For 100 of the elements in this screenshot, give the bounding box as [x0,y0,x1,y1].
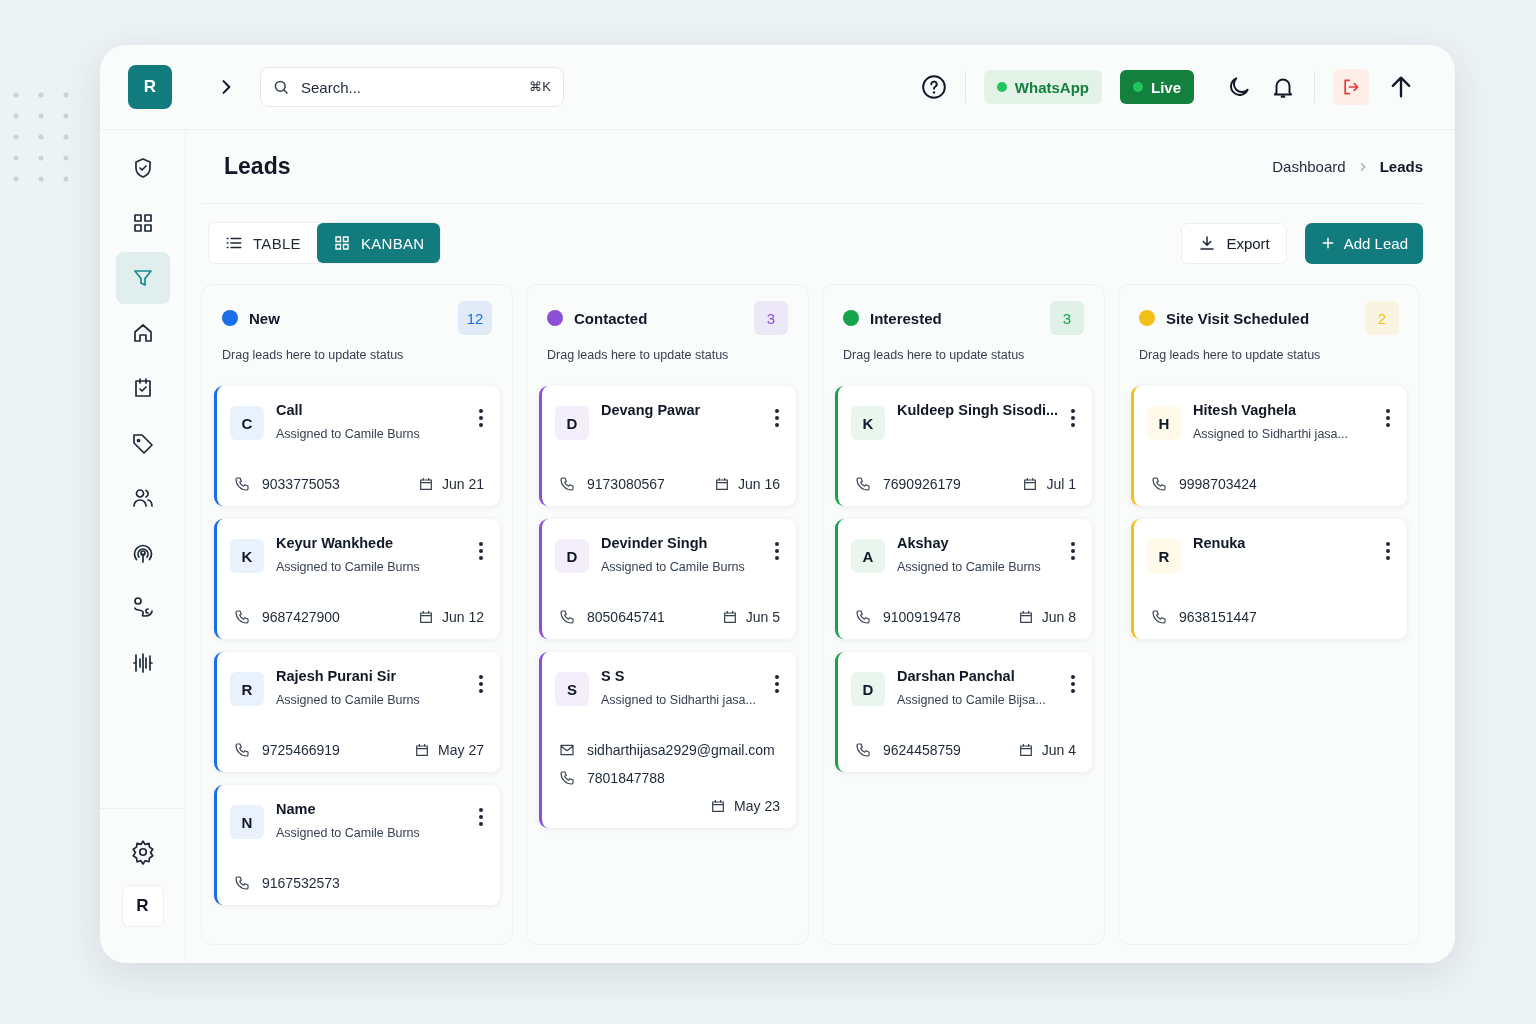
lead-card[interactable]: H Hitesh Vaghela Assigned to Sidharthi jasa... 9998703424 [1131,386,1407,506]
whatsapp-status-button[interactable]: WhatsApp [983,70,1102,104]
calendar-icon [1022,476,1039,492]
phone-icon [855,609,871,625]
assignee-text: Assigned to Sidharthi jasa... [601,693,757,707]
lead-card[interactable]: D Darshan Panchal Assigned to Camile Bijsa... 9624458759 Jun 4 [835,652,1092,772]
help-icon[interactable] [920,74,947,100]
lead-name: Akshay [897,535,950,551]
count-badge: 3 [1050,301,1084,335]
assignee-text: Assigned to Camile Burns [276,826,421,840]
lead-card[interactable]: K Kuldeep Singh Sisodi... 7690926179 Jul 1 [835,386,1092,506]
search-icon [272,78,290,96]
waveform-icon [130,651,155,675]
more-options-icon[interactable] [774,541,780,561]
phone-number: 9167532573 [262,875,340,891]
calendar-icon [1017,742,1034,758]
logout-icon [1341,77,1361,97]
phone-icon [855,476,871,492]
more-options-icon[interactable] [478,541,484,561]
phone-number: 9725466919 [262,742,340,758]
lead-card[interactable]: A Akshay Assigned to Camile Burns 9100919478 Jun 8 [835,519,1092,639]
phone-number: 7690926179 [883,476,961,492]
lead-card[interactable]: R Rajesh Purani Sir Assigned to Camile Burns 9725466919 May 27 [214,652,500,772]
date-text: Jun 8 [1041,609,1076,625]
initial-avatar: R [230,672,264,706]
breadcrumb-link[interactable]: Dashboard [1272,158,1346,175]
assignee-text: Assigned to Camile Burns [276,427,421,441]
calendar-icon [414,742,431,758]
initial-avatar: S [555,672,589,706]
lead-card[interactable]: N Name Assigned to Camile Burns 9167532573 [214,785,500,905]
lead-name: Name [276,801,317,817]
export-button[interactable]: Export [1181,222,1287,264]
more-options-icon[interactable] [478,408,484,428]
initial-avatar: N [230,805,264,839]
phone-number: 8050645741 [587,609,665,625]
initial-avatar: A [851,539,885,573]
lead-name: Darshan Panchal [897,668,1016,684]
calendar-icon [1017,609,1034,625]
phone-icon [1151,476,1167,492]
phone-icon [559,609,575,625]
more-options-icon[interactable] [774,674,780,694]
column-hint: Drag leads here to update status [546,348,730,364]
add-lead-button[interactable]: Add Lead [1304,222,1423,264]
lead-name: Rajesh Purani Sir [276,668,398,684]
phone-number: 9687427900 [262,609,340,625]
initial-avatar: D [555,406,589,440]
phone-icon [1151,609,1167,625]
phone-icon [559,476,575,492]
lead-name: Devinder Singh [601,535,709,551]
more-options-icon[interactable] [1070,408,1076,428]
calendar-icon [710,798,727,814]
logout-button[interactable] [1333,69,1369,105]
live-status-button[interactable]: Live [1120,70,1194,104]
settings-icon[interactable] [129,839,156,865]
date-text: May 27 [438,742,484,758]
lead-card[interactable]: D Devang Pawar 9173080567 Jun 16 [539,386,796,506]
initial-avatar: K [230,539,264,573]
more-options-icon[interactable] [774,408,780,428]
lead-name: Kuldeep Singh Sisodi... [897,402,1058,418]
column-hint: Drag leads here to update status [1138,348,1322,364]
initial-avatar: K [851,406,885,440]
phone-number: 9173080567 [587,476,665,492]
phone-number: 9624458759 [883,742,961,758]
column-title: Site Visit Scheduled [1166,309,1310,327]
lead-name: Hitesh Vaghela [1193,402,1298,418]
logo-badge[interactable]: R [128,65,172,109]
more-options-icon[interactable] [1070,541,1076,561]
view-tab[interactable]: TABLE [209,223,317,263]
view-tab[interactable]: KANBAN [316,223,441,263]
phone-number: 9638151447 [1179,609,1257,625]
phone-number: 9998703424 [1179,476,1257,492]
more-options-icon[interactable] [1385,408,1391,428]
date-text: Jun 4 [1041,742,1076,758]
count-badge: 3 [754,301,788,335]
column-hint: Drag leads here to update status [221,348,405,364]
initial-avatar: H [1147,406,1181,440]
assignee-text: Assigned to Camile Burns [276,560,421,574]
lead-card[interactable]: R Renuka 9638151447 [1131,519,1407,639]
more-options-icon[interactable] [1385,541,1391,561]
lead-card[interactable]: S S S Assigned to Sidharthi jasa... sidharthijasa2929@gmail.com 7801847788 May 23 [539,652,796,828]
more-options-icon[interactable] [1070,674,1076,694]
initial-avatar: D [851,672,885,706]
phone-number: 9100919478 [883,609,961,625]
email-text: sidharthijasa2929@gmail.com [587,742,775,758]
user-avatar[interactable]: R [121,885,164,927]
page-title: Leads [224,153,291,180]
lead-card[interactable]: C Call Assigned to Camile Burns 9033775053 Jun 21 [214,386,500,506]
date-text: Jul 1 [1046,476,1076,492]
more-options-icon[interactable] [478,807,484,827]
calendar-icon [417,476,434,492]
calendar-icon [721,609,738,625]
lead-card[interactable]: D Devinder Singh Assigned to Camile Burns 8050645741 Jun 5 [539,519,796,639]
breadcrumb-current: Leads [1379,158,1423,175]
more-options-icon[interactable] [478,674,484,694]
calendar-icon [713,476,730,492]
column-title: Interested [870,309,942,327]
lead-card[interactable]: K Keyur Wankhede Assigned to Camile Burns 9687427900 Jun 12 [214,519,500,639]
count-badge: 12 [458,301,492,335]
download-icon [1198,234,1217,252]
date-text: May 23 [734,798,780,814]
